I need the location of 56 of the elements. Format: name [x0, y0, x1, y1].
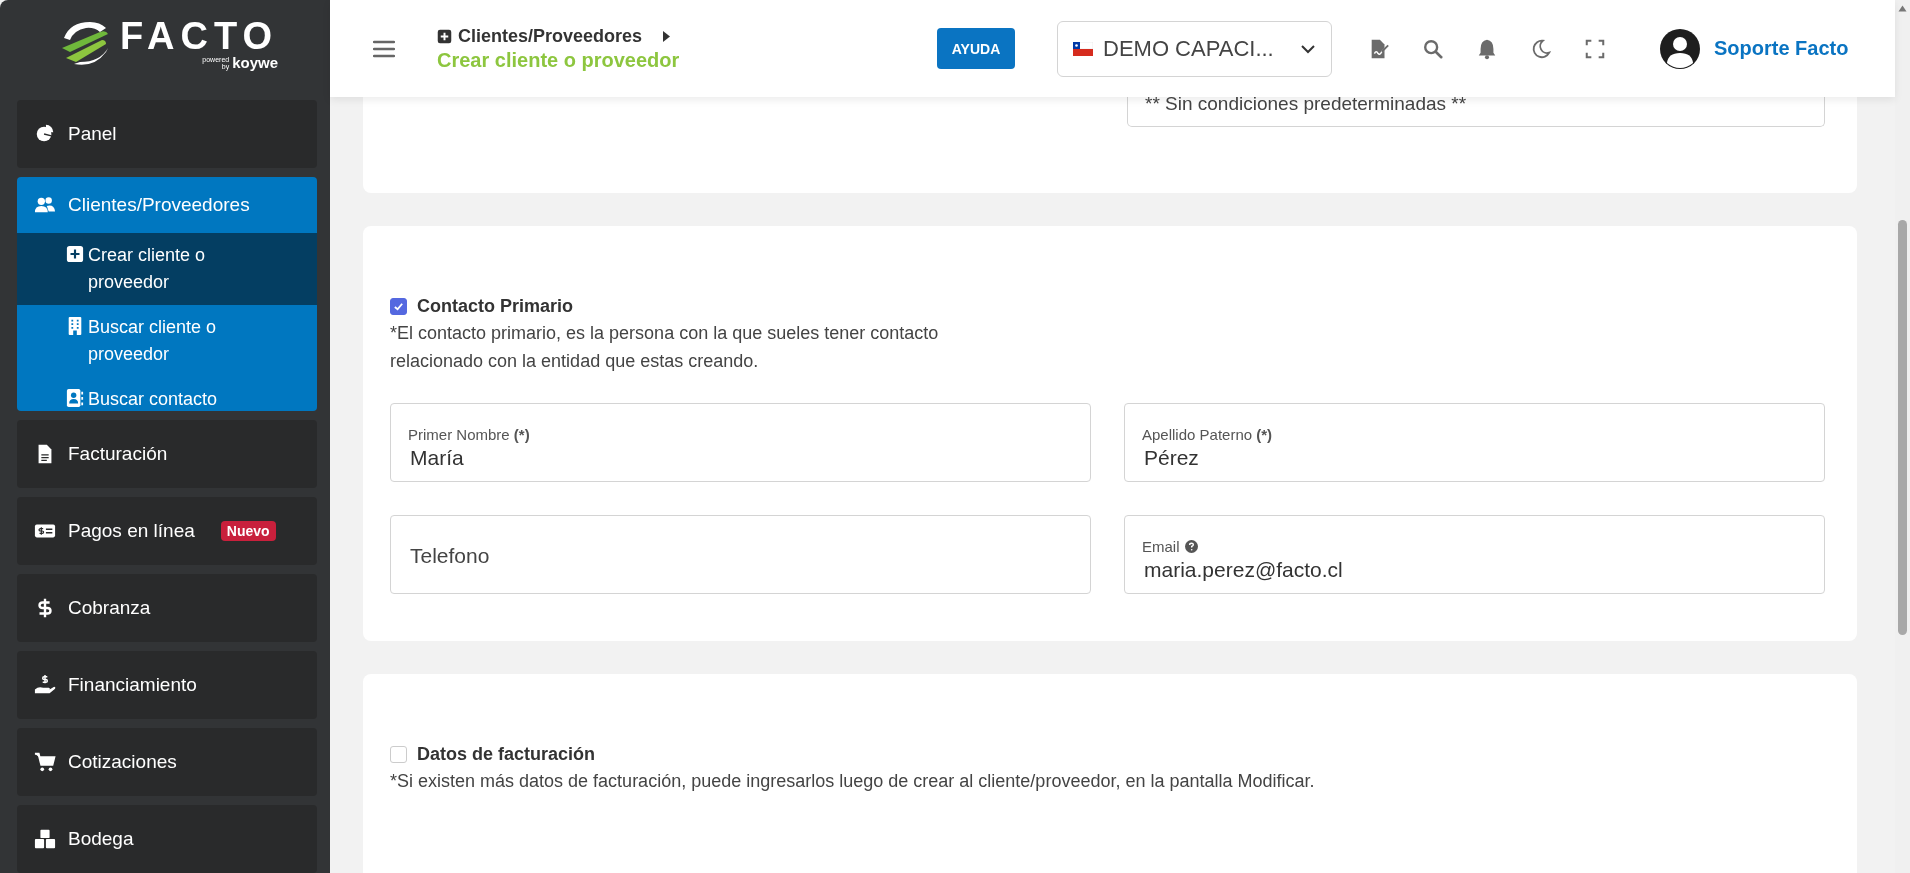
plus-square-icon — [66, 244, 84, 263]
bell-icon[interactable] — [1476, 37, 1498, 60]
new-badge: Nuevo — [220, 521, 276, 541]
input-field[interactable]: Telefono — [390, 515, 1091, 594]
field-label: Email — [1142, 537, 1180, 555]
conditions-select[interactable]: ** Sin condiciones predeterminadas ** — [1127, 97, 1825, 127]
sidebar-item[interactable]: Panel — [17, 99, 317, 168]
contact-card-icon — [66, 388, 84, 407]
sidebar-item[interactable]: Bodega — [17, 805, 317, 873]
field-label: Apellido Paterno (*) — [1142, 425, 1273, 443]
search-icon[interactable] — [1422, 37, 1444, 60]
company-select[interactable]: DEMO CAPACI... — [1057, 20, 1332, 77]
page-title: Crear cliente o proveedor — [437, 48, 681, 72]
menu-icon[interactable] — [373, 39, 395, 58]
flag-icon — [1073, 41, 1093, 56]
sidebar-item[interactable]: Pagos en línea Nuevo — [17, 497, 317, 565]
scroll-up-icon[interactable] — [1898, 5, 1907, 12]
hand-coin-icon — [34, 674, 56, 696]
field-label: Primer Nombre (*) — [408, 425, 530, 443]
breadcrumb-link[interactable]: Clientes/Proveedores — [458, 25, 643, 47]
sidebar-item[interactable]: Facturación — [17, 420, 317, 488]
fullscreen-icon[interactable] — [1584, 37, 1606, 60]
avatar-icon[interactable] — [1660, 28, 1700, 69]
logo-wordmark: FACTO — [119, 15, 279, 56]
cart-icon — [34, 751, 56, 773]
input-field[interactable]: Primer Nombre (*) María — [390, 403, 1091, 482]
section-title: Datos de facturación — [417, 744, 596, 765]
chevron-down-icon — [1300, 43, 1316, 54]
caret-right-icon — [662, 29, 672, 43]
section-note: *El contacto primario, es la persona con la que sueles tener contacto relacionado con la entidad que estas creando. — [390, 322, 940, 373]
section-title: Contacto Primario — [417, 296, 574, 317]
boxes-icon — [34, 828, 56, 850]
scrollbar-thumb[interactable] — [1898, 220, 1907, 635]
field-input[interactable]: María — [408, 445, 1075, 470]
partner-wordmark: koywe — [232, 55, 279, 70]
field-input[interactable]: Pérez — [1142, 445, 1809, 470]
field-input[interactable]: maria.perez@facto.cl — [1142, 557, 1809, 582]
sidebar-subitem[interactable]: Buscar contacto — [17, 376, 317, 411]
input-field[interactable]: Email maria.perez@facto.cl — [1124, 515, 1825, 594]
sidebar-item[interactable]: Cobranza — [17, 574, 317, 642]
check-icon — [393, 301, 404, 312]
help-button[interactable]: AYUDA — [937, 28, 1015, 69]
sidebar-subitem[interactable]: Crear cliente o proveedor — [17, 232, 317, 305]
plus-square-icon — [437, 28, 452, 44]
building-icon — [66, 316, 84, 335]
field-input[interactable]: Telefono — [408, 544, 1075, 568]
sidebar-item[interactable]: Cotizaciones — [17, 728, 317, 796]
sidebar-item[interactable]: Financiamiento — [17, 651, 317, 719]
sidebar-subitem[interactable]: Buscar cliente o proveedor — [17, 304, 317, 377]
user-name[interactable]: Soporte Facto — [1714, 37, 1849, 60]
help-icon[interactable] — [1184, 539, 1198, 553]
moon-icon[interactable] — [1530, 37, 1552, 60]
section-note: *Si existen más datos de facturación, puede ingresarlos luego de crear al cliente/proveedor, en la pantalla Modificar. — [390, 770, 1316, 793]
checkbox[interactable] — [390, 298, 407, 315]
input-field[interactable]: Apellido Paterno (*) Pérez — [1124, 403, 1825, 482]
sidebar-item[interactable]: Clientes/Proveedores — [17, 176, 317, 233]
